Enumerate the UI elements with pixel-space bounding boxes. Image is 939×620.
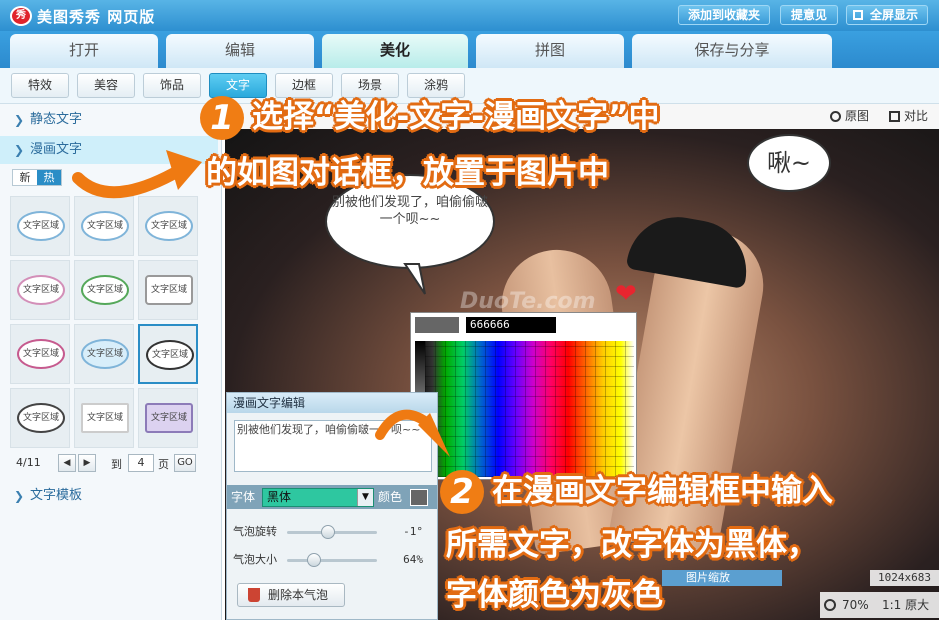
subtab-scene[interactable]: 场景 — [341, 73, 399, 98]
filter-new-button[interactable]: 新 — [13, 170, 37, 185]
sidebar-item-label: 文字模板 — [30, 488, 83, 503]
bubble-tile[interactable]: 文字区域 — [138, 388, 198, 448]
size-slider-handle[interactable] — [307, 553, 321, 567]
page-number-input[interactable]: 4 — [128, 454, 154, 472]
actual-size-button[interactable]: 1:1 原大 — [882, 592, 929, 618]
fullscreen-label: 全屏显示 — [869, 8, 918, 22]
chevron-right-icon: ❯ — [14, 489, 25, 503]
fullscreen-icon — [853, 10, 863, 20]
original-label: 原图 — [845, 109, 870, 123]
app-title: 美图秀秀 网页版 — [37, 8, 156, 26]
rotate-slider-row: 气泡旋转 -1° — [233, 523, 433, 541]
size-slider-track[interactable] — [287, 559, 377, 562]
sidebar-item-text-template[interactable]: ❯ 文字模板 — [0, 482, 218, 510]
hair-drawing — [625, 209, 755, 289]
page-indicator: 4/11 — [16, 456, 41, 469]
bubble-tile[interactable]: 文字区域 — [10, 388, 70, 448]
compare-checkbox[interactable] — [889, 111, 900, 122]
bubble-tile-selected[interactable]: 文字区域 — [138, 324, 198, 384]
chevron-down-icon: ❯ — [14, 143, 25, 157]
hex-color-input[interactable]: 666666 — [466, 317, 556, 333]
font-row: 字体 黑体 ▼ 颜色 — [227, 485, 437, 509]
size-label: 气泡大小 — [233, 553, 277, 566]
size-slider-row: 气泡大小 64% — [233, 551, 433, 569]
bubble-tile[interactable]: 文字区域 — [74, 388, 134, 448]
compare-label: 对比 — [904, 109, 929, 123]
subtab-text[interactable]: 文字 — [209, 73, 267, 98]
bubble-tile[interactable]: 文字区域 — [74, 324, 134, 384]
tab-beautify[interactable]: 美化 — [322, 34, 468, 68]
subtab-frame[interactable]: 边框 — [275, 73, 333, 98]
font-value: 黑体 — [267, 490, 292, 504]
zoom-icon[interactable] — [824, 599, 836, 611]
title-bar: 秀 美图秀秀 网页版 添加到收藏夹 提意见 全屏显示 — [0, 0, 939, 31]
bubble-tile[interactable]: 文字区域 — [74, 260, 134, 320]
step2-line2: 所需文字，改字体为黑体， — [446, 527, 818, 563]
kiss-bubble: 啾~ — [747, 134, 831, 192]
rotate-value: -1° — [403, 525, 423, 538]
zoom-header: 图片缩放 — [662, 570, 782, 586]
goto-label: 到 — [111, 458, 122, 471]
step2-line3: 字体颜色为灰色 — [446, 577, 663, 613]
delete-bubble-label: 删除本气泡 — [268, 588, 329, 602]
sidebar-item-label: 静态文字 — [30, 112, 83, 127]
tab-edit[interactable]: 编辑 — [166, 34, 314, 68]
trash-icon — [248, 588, 260, 602]
bubble-tile[interactable]: 文字区域 — [10, 260, 70, 320]
add-favorite-button[interactable]: 添加到收藏夹 — [678, 5, 770, 25]
rotate-slider-handle[interactable] — [320, 525, 335, 539]
step2-annotation: 2 在漫画文字编辑框中输入 — [440, 470, 833, 514]
bubble-tile[interactable]: 文字区域 — [138, 260, 198, 320]
go-button[interactable]: GO — [174, 454, 196, 472]
filter-hot-button[interactable]: 热 — [37, 170, 61, 185]
fullscreen-button[interactable]: 全屏显示 — [846, 5, 928, 25]
bubble-tail — [403, 263, 426, 295]
step1-line1: 选择“美化-文字-漫画文字”中 — [252, 99, 660, 135]
subtab-doodle[interactable]: 涂鸦 — [407, 73, 465, 98]
bubble-tile[interactable]: 文字区域 — [10, 324, 70, 384]
size-value: 64% — [403, 553, 423, 566]
font-color-swatch[interactable] — [410, 489, 428, 506]
zoom-value: 70% — [842, 598, 869, 612]
zoom-control: 70% 1:1 原大 — [820, 592, 939, 618]
step2-arrow-icon — [375, 409, 450, 457]
feedback-button[interactable]: 提意见 — [780, 5, 838, 25]
font-label: 字体 — [231, 490, 256, 504]
subtab-effects[interactable]: 特效 — [11, 73, 69, 98]
rotate-label: 气泡旋转 — [233, 525, 277, 538]
step2-line1: 在漫画文字编辑框中输入 — [492, 473, 833, 509]
pager: 4/11 ◀ ▶ 到 4 页 GO — [12, 454, 212, 474]
prev-page-button[interactable]: ◀ — [58, 454, 76, 472]
next-page-button[interactable]: ▶ — [78, 454, 96, 472]
step1-annotation: 1 选择“美化-文字-漫画文字”中 — [200, 96, 659, 140]
new-hot-filter: 新 热 — [12, 169, 62, 186]
step2-badge: 2 — [440, 470, 484, 514]
color-label: 颜色 — [378, 490, 403, 504]
watermark: DuoTe.com — [460, 289, 596, 314]
step1-line2: 的如图对话框，放置于图片中 — [206, 155, 609, 191]
step1-badge: 1 — [200, 96, 244, 140]
step1-arrow-icon — [72, 150, 202, 199]
selected-color-swatch — [415, 317, 459, 333]
heart-icon: ❤ — [615, 279, 637, 309]
subtab-beauty[interactable]: 美容 — [77, 73, 135, 98]
sidebar-item-static-text[interactable]: ❯ 静态文字 — [0, 106, 218, 134]
subtab-accessories[interactable]: 饰品 — [143, 73, 201, 98]
image-size: 1024x683 — [870, 570, 939, 586]
page-unit-label: 页 — [158, 458, 169, 471]
bubble-tile[interactable]: 文字区域 — [10, 196, 70, 256]
app-logo: 秀 — [10, 6, 32, 26]
main-tab-bar: 打开 编辑 美化 拼图 保存与分享 — [0, 31, 939, 68]
delete-bubble-button[interactable]: 删除本气泡 — [237, 583, 345, 607]
tab-collage[interactable]: 拼图 — [476, 34, 624, 68]
font-select[interactable]: 黑体 ▼ — [262, 488, 374, 507]
tab-open[interactable]: 打开 — [10, 34, 158, 68]
chevron-down-icon: ▼ — [357, 489, 373, 506]
chevron-right-icon: ❯ — [14, 113, 25, 127]
tab-save-share[interactable]: 保存与分享 — [632, 34, 832, 68]
original-radio-icon[interactable] — [830, 111, 841, 122]
